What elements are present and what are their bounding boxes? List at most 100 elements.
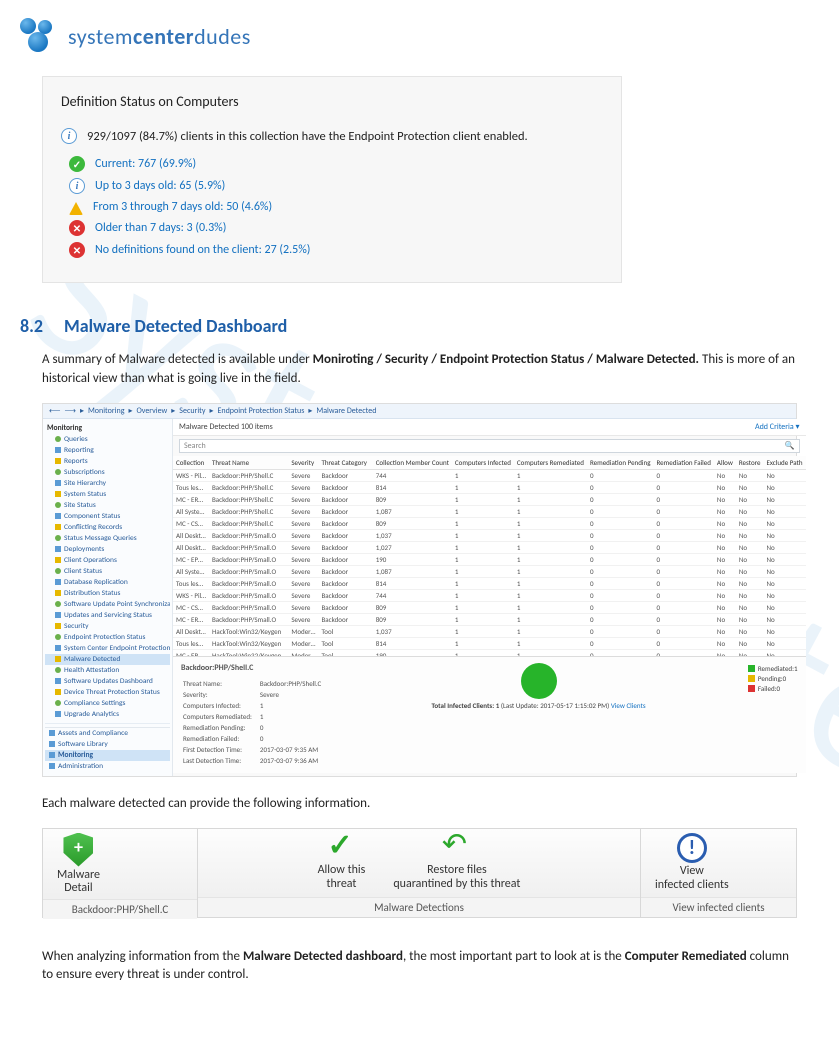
column-header[interactable]: Allow <box>714 456 736 470</box>
column-header[interactable]: Restore <box>736 456 764 470</box>
tree-item[interactable]: Database Replication <box>45 577 170 588</box>
view-clients-link[interactable]: View Clients <box>611 701 646 710</box>
table-row[interactable]: MC - ER…Backdoor:PHP/Shell.CSevereBackdo… <box>173 493 806 505</box>
tree-node-icon <box>55 513 61 519</box>
table-row[interactable]: MC - EP…Backdoor:PHP/Small.OSevereBackdo… <box>173 553 806 565</box>
tree-item[interactable]: Updates and Servicing Status <box>45 610 170 621</box>
workspace-nav-item[interactable]: Monitoring <box>45 750 170 761</box>
table-row[interactable]: All Deskt…HackTool:Win32/KeygenModer…Too… <box>173 625 806 637</box>
table-row[interactable]: All Syste…Backdoor:PHP/Shell.CSevereBack… <box>173 505 806 517</box>
tree-item[interactable]: Deployments <box>45 544 170 555</box>
tree-item[interactable]: Reporting <box>45 445 170 456</box>
tree-item[interactable]: Client Status <box>45 566 170 577</box>
restore-files-button[interactable]: ↶ Restore files quarantined by this thre… <box>379 829 534 897</box>
allow-threat-button[interactable]: ✓ Allow this threat <box>304 829 380 897</box>
table-row[interactable]: WKS - Pil…Backdoor:PHP/Small.OSevereBack… <box>173 589 806 601</box>
tree-item[interactable]: Software Updates Dashboard <box>45 676 170 687</box>
tree-item[interactable]: Reports <box>45 456 170 467</box>
column-header[interactable]: Computers Remediated <box>514 456 587 470</box>
nav-back-icon[interactable]: ⟵ <box>49 406 60 416</box>
legend-pending-icon <box>748 675 755 682</box>
column-header[interactable]: Remediation Failed <box>654 456 714 470</box>
tree-item[interactable]: Security <box>45 621 170 632</box>
tree-item[interactable]: System Center Endpoint Protection Sta… <box>45 643 170 654</box>
status-older-7-days[interactable]: ✕ Older than 7 days: 3 (0.3%) <box>69 220 603 236</box>
tree-root[interactable]: Monitoring <box>45 423 170 434</box>
tree-node-icon <box>55 711 61 717</box>
table-row[interactable]: WKS - Pil…Backdoor:PHP/Shell.CSevereBack… <box>173 469 806 481</box>
tree-item[interactable]: Queries <box>45 434 170 445</box>
view-infected-clients-button[interactable]: ! View infected clients <box>641 829 743 897</box>
tree-item[interactable]: Compliance Settings <box>45 698 170 709</box>
workspace-nav-item[interactable]: Administration <box>45 761 170 772</box>
nav-fwd-icon[interactable]: ⟶ <box>64 406 75 416</box>
tree-item[interactable]: Health Attestation <box>45 665 170 676</box>
column-header[interactable]: Computers Infected <box>452 456 514 470</box>
tree-node-icon <box>55 678 61 684</box>
table-row[interactable]: MC - CS…Backdoor:PHP/Small.OSevereBackdo… <box>173 601 806 613</box>
tree-item[interactable]: Site Hierarchy <box>45 478 170 489</box>
nav-tree[interactable]: Monitoring QueriesReportingReportsSubscr… <box>43 419 173 776</box>
tree-item[interactable]: System Status <box>45 489 170 500</box>
add-criteria-link[interactable]: Add Criteria ▾ <box>755 422 800 432</box>
column-header[interactable]: Threat Category <box>318 456 372 470</box>
logo-text: systemcenterdudes <box>68 23 251 50</box>
detail-row: Remediation Pending:0 <box>183 723 327 732</box>
final-paragraph: When analyzing information from the Malw… <box>42 948 797 986</box>
tree-node-icon <box>55 579 61 585</box>
table-row[interactable]: Tous les…Backdoor:PHP/Small.OSevereBackd… <box>173 577 806 589</box>
breadcrumb[interactable]: ⟵ ⟶ ▸ Monitoring▸ Overview▸ Security▸ En… <box>43 404 796 419</box>
tree-node-icon <box>55 568 61 574</box>
column-header[interactable]: Collection <box>173 456 209 470</box>
malware-detail-button[interactable]: Malware Detail <box>43 829 114 899</box>
detail-row: Computers Remediated:1 <box>183 712 327 721</box>
tree-item[interactable]: Client Operations <box>45 555 170 566</box>
check-icon: ✓ <box>69 156 85 172</box>
search-icon[interactable]: 🔍 <box>785 441 795 451</box>
tree-node-icon <box>55 601 61 607</box>
table-row[interactable]: All Deskt…Backdoor:PHP/Small.OSevereBack… <box>173 541 806 553</box>
status-current[interactable]: ✓ Current: 767 (69.9%) <box>69 156 603 172</box>
workspace-nav-item[interactable]: Software Library <box>45 739 170 750</box>
tree-item[interactable]: Software Update Point Synchronization St… <box>45 599 170 610</box>
tree-item[interactable]: Subscriptions <box>45 467 170 478</box>
status-no-definitions[interactable]: ✕ No definitions found on the client: 27… <box>69 242 603 258</box>
nav-icon <box>49 752 55 758</box>
info-icon: i <box>69 178 85 194</box>
tree-item[interactable]: Site Status <box>45 500 170 511</box>
tree-item[interactable]: Distribution Status <box>45 588 170 599</box>
malware-table[interactable]: CollectionThreat NameSeverityThreat Cate… <box>173 456 806 656</box>
ribbon-group-label: Malware Detections <box>198 897 640 917</box>
column-header[interactable]: Severity <box>288 456 318 470</box>
tree-item[interactable]: Conflicting Records <box>45 522 170 533</box>
table-row[interactable]: Tous les…HackTool:Win32/KeygenModer…Tool… <box>173 637 806 649</box>
tree-item[interactable]: Component Status <box>45 511 170 522</box>
table-row[interactable]: All Syste…Backdoor:PHP/Small.OSevereBack… <box>173 565 806 577</box>
tree-node-icon <box>55 623 61 629</box>
status-up-to-3-days[interactable]: i Up to 3 days old: 65 (5.9%) <box>69 178 603 194</box>
column-header[interactable]: Threat Name <box>209 456 288 470</box>
tree-node-icon <box>55 458 61 464</box>
tree-item[interactable]: Status Message Queries <box>45 533 170 544</box>
column-header[interactable]: Exclude Path <box>763 456 805 470</box>
table-row[interactable]: MC - CS…Backdoor:PHP/Shell.CSevereBackdo… <box>173 517 806 529</box>
dashboard-screenshot: ⟵ ⟶ ▸ Monitoring▸ Overview▸ Security▸ En… <box>42 403 797 777</box>
tree-item[interactable]: Device Threat Protection Status <box>45 687 170 698</box>
section-heading: 8.2 Malware Detected Dashboard <box>64 315 819 337</box>
table-row[interactable]: All Deskt…Backdoor:PHP/Small.OSevereBack… <box>173 529 806 541</box>
tree-node-icon <box>55 590 61 596</box>
search-input[interactable]: Search 🔍 <box>179 439 800 453</box>
table-row[interactable]: Tous les…Backdoor:PHP/Shell.CSevereBackd… <box>173 481 806 493</box>
grid-title-bar: Malware Detected 100 items Add Criteria … <box>173 419 806 436</box>
workspace-nav-item[interactable]: Assets and Compliance <box>45 728 170 739</box>
tree-node-icon <box>55 546 61 552</box>
status-3-7-days[interactable]: From 3 through 7 days old: 50 (4.6%) <box>69 200 603 214</box>
intro-paragraph: A summary of Malware detected is availab… <box>42 351 797 389</box>
column-header[interactable]: Collection Member Count <box>373 456 452 470</box>
tree-item[interactable]: Upgrade Analytics <box>45 709 170 720</box>
tree-item[interactable]: Malware Detected <box>45 654 170 665</box>
info-icon: i <box>61 128 77 144</box>
column-header[interactable]: Remediation Pending <box>587 456 654 470</box>
table-row[interactable]: MC - ER…Backdoor:PHP/Small.OSevereBackdo… <box>173 613 806 625</box>
tree-item[interactable]: Endpoint Protection Status <box>45 632 170 643</box>
